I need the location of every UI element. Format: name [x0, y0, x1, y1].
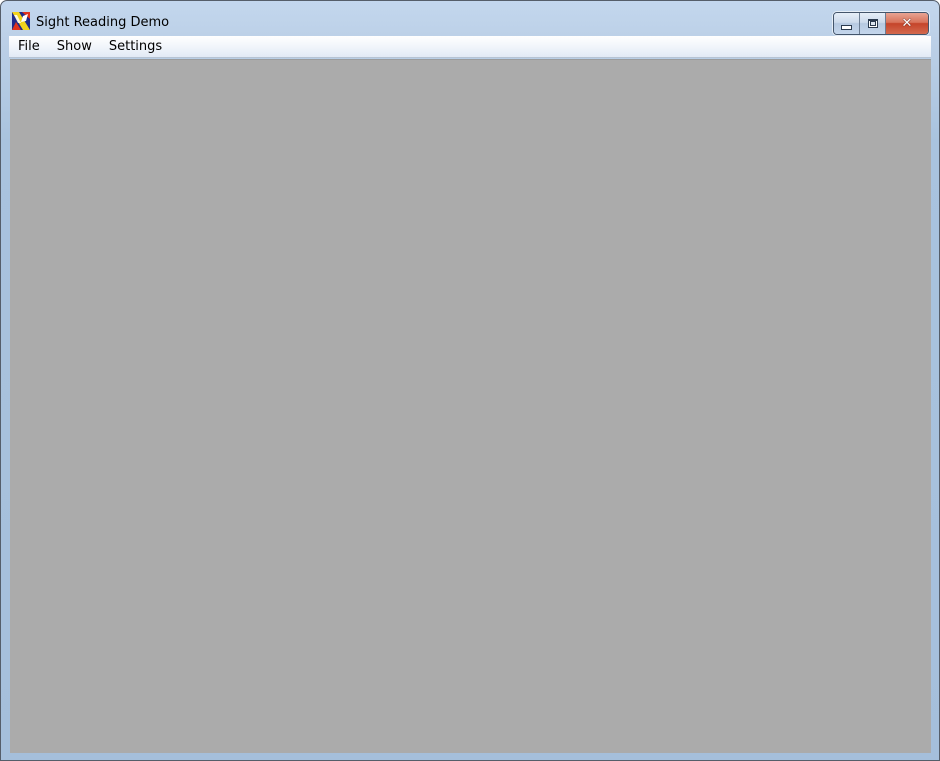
client-area[interactable] — [10, 59, 931, 753]
menu-settings[interactable]: Settings — [100, 36, 170, 57]
maximize-button[interactable] — [860, 13, 886, 34]
caption-buttons: ✕ — [833, 12, 929, 35]
app-window: Sight Reading Demo ✕ File Show Settings — [0, 0, 940, 761]
minimize-icon — [841, 24, 852, 30]
window-title: Sight Reading Demo — [36, 15, 170, 30]
menu-bar: File Show Settings — [9, 36, 931, 58]
menu-show[interactable]: Show — [48, 36, 100, 57]
title-bar[interactable]: Sight Reading Demo ✕ — [1, 1, 939, 35]
menu-file[interactable]: File — [9, 36, 48, 57]
close-icon: ✕ — [901, 16, 913, 31]
minimize-button[interactable] — [834, 13, 860, 34]
maximize-icon — [867, 19, 878, 28]
app-logo-icon[interactable] — [12, 12, 30, 30]
close-button[interactable]: ✕ — [886, 13, 928, 34]
